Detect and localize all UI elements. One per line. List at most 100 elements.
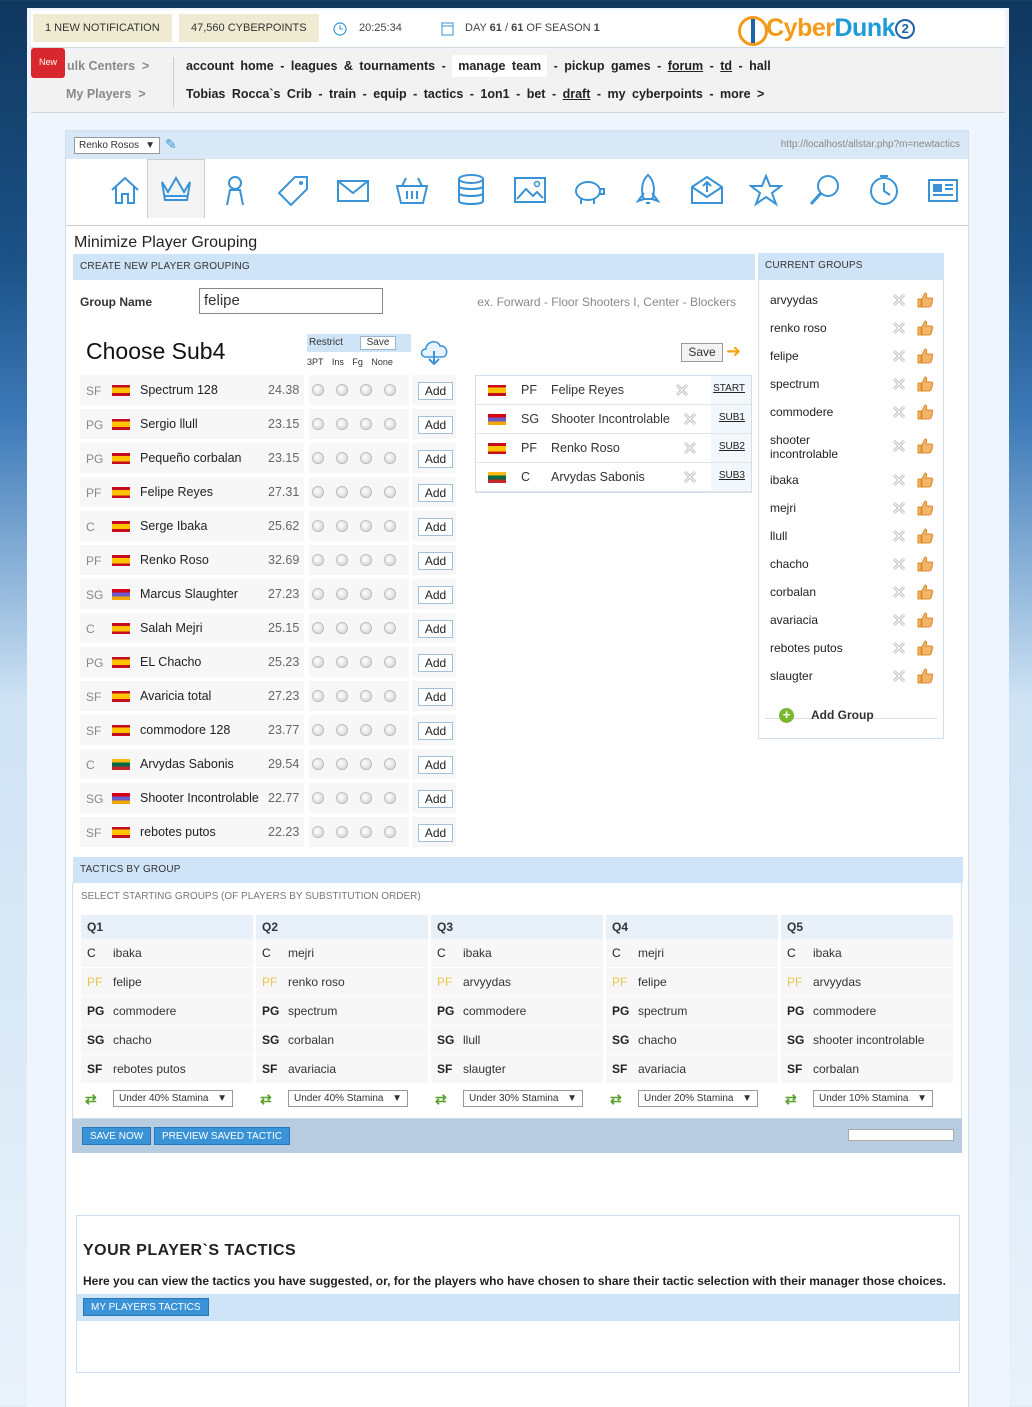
logo[interactable]: CyberDunk 2 (766, 14, 915, 43)
thumbs-up-icon[interactable] (916, 555, 934, 573)
group-name[interactable]: arvyydas (770, 293, 818, 307)
quarter-slot-row[interactable]: Cibaka (781, 939, 953, 968)
add-player-button[interactable]: Add (418, 586, 453, 604)
delete-group-icon[interactable] (890, 319, 908, 337)
add-group-button[interactable]: Add Group (811, 708, 874, 722)
crown-icon[interactable] (147, 159, 205, 218)
group-name[interactable]: renko roso (770, 321, 827, 335)
nav-hall[interactable]: hall (749, 59, 771, 73)
rocket-icon[interactable] (619, 167, 677, 219)
restrict-none-radio[interactable] (384, 656, 396, 668)
lineup-slot-link[interactable]: START (713, 383, 745, 394)
add-player-button[interactable]: Add (418, 484, 453, 502)
restrict-fg-radio[interactable] (360, 826, 372, 838)
delete-group-icon[interactable] (890, 639, 908, 657)
restrict-3pt-radio[interactable] (312, 554, 324, 566)
home-icon[interactable] (96, 167, 154, 219)
delete-group-icon[interactable] (890, 471, 908, 489)
delete-group-icon[interactable] (890, 375, 908, 393)
restrict-none-radio[interactable] (384, 622, 396, 634)
group-name[interactable]: felipe (770, 349, 799, 363)
restrict-ins-radio[interactable] (336, 724, 348, 736)
restrict-ins-radio[interactable] (336, 826, 348, 838)
restrict-3pt-radio[interactable] (312, 622, 324, 634)
lineup-save-button[interactable]: Save (681, 343, 723, 362)
stamina-select[interactable]: Under 10% Stamina ▼ (813, 1090, 933, 1107)
restrict-3pt-radio[interactable] (312, 418, 324, 430)
remove-icon[interactable] (681, 439, 699, 457)
thumbs-up-icon[interactable] (916, 611, 934, 629)
thumbs-up-icon[interactable] (916, 375, 934, 393)
nav-bet[interactable]: bet (527, 87, 546, 101)
tag-icon[interactable] (265, 167, 323, 219)
swap-arrows-icon[interactable]: ⇄ (435, 1091, 447, 1108)
thumbs-up-icon[interactable] (916, 639, 934, 657)
add-player-button[interactable]: Add (418, 654, 453, 672)
group-name[interactable]: mejri (770, 501, 796, 515)
restrict-ins-radio[interactable] (336, 690, 348, 702)
quarter-slot-row[interactable]: PG commodere (431, 997, 603, 1026)
thumbs-up-icon[interactable] (916, 403, 934, 421)
inbox-icon[interactable] (678, 167, 736, 219)
nav-td[interactable]: td (720, 59, 732, 73)
piggy-bank-icon[interactable] (560, 167, 618, 219)
restrict-fg-radio[interactable] (360, 452, 372, 464)
add-player-button[interactable]: Add (418, 620, 453, 638)
restrict-fg-radio[interactable] (360, 554, 372, 566)
delete-group-icon[interactable] (890, 583, 908, 601)
save-now-button[interactable]: SAVE NOW (82, 1127, 152, 1145)
quarter-slot-row[interactable]: PF arvyydas (431, 968, 603, 997)
nav-1on1[interactable]: 1on1 (480, 87, 509, 101)
restrict-ins-radio[interactable] (336, 486, 348, 498)
delete-group-icon[interactable] (890, 499, 908, 517)
restrict-fg-radio[interactable] (360, 758, 372, 770)
restrict-3pt-radio[interactable] (312, 758, 324, 770)
add-player-button[interactable]: Add (418, 416, 453, 434)
restrict-ins-radio[interactable] (336, 452, 348, 464)
thumbs-up-icon[interactable] (916, 499, 934, 517)
add-player-button[interactable]: Add (418, 756, 453, 774)
lineup-slot-link[interactable]: SUB1 (719, 412, 745, 423)
quarter-slot-row[interactable]: SF corbalan (781, 1055, 953, 1084)
thumbs-up-icon[interactable] (916, 667, 934, 685)
restrict-none-radio[interactable] (384, 486, 396, 498)
timer-icon[interactable] (855, 167, 913, 219)
restrict-ins-radio[interactable] (336, 384, 348, 396)
stamina-select[interactable]: Under 40% Stamina ▼ (113, 1090, 233, 1107)
image-icon[interactable] (501, 167, 559, 219)
thumbs-up-icon[interactable] (916, 527, 934, 545)
group-name[interactable]: spectrum (770, 377, 819, 391)
quarter-slot-row[interactable]: PG spectrum (256, 997, 428, 1026)
thumbs-up-icon[interactable] (916, 583, 934, 601)
nav-draft[interactable]: draft (563, 87, 591, 101)
restrict-none-radio[interactable] (384, 588, 396, 600)
notification-pill[interactable]: 1 NEW NOTIFICATION (33, 14, 172, 42)
thumbs-up-icon[interactable] (916, 319, 934, 337)
nav-account-home[interactable]: account home (186, 59, 274, 73)
quarter-slot-row[interactable]: SF rebotes putos (81, 1055, 253, 1084)
quarter-slot-row[interactable]: PF felipe (606, 968, 778, 997)
nav-my-players[interactable]: My Players > (66, 81, 146, 107)
add-player-button[interactable]: Add (418, 382, 453, 400)
add-player-button[interactable]: Add (418, 824, 453, 842)
add-player-button[interactable]: Add (418, 722, 453, 740)
restrict-ins-radio[interactable] (336, 418, 348, 430)
my-players-tactics-button[interactable]: MY PLAYER'S TACTICS (83, 1298, 209, 1316)
restrict-3pt-radio[interactable] (312, 690, 324, 702)
remove-icon[interactable] (681, 410, 699, 428)
group-name[interactable]: commodere (770, 405, 833, 419)
restrict-ins-radio[interactable] (336, 520, 348, 532)
swap-arrows-icon[interactable]: ⇄ (785, 1091, 797, 1108)
player-icon[interactable] (206, 167, 264, 219)
restrict-ins-radio[interactable] (336, 588, 348, 600)
restrict-fg-radio[interactable] (360, 622, 372, 634)
restrict-fg-radio[interactable] (360, 724, 372, 736)
group-name[interactable]: llull (770, 529, 787, 543)
restrict-3pt-radio[interactable] (312, 452, 324, 464)
delete-group-icon[interactable] (890, 667, 908, 685)
quarter-slot-row[interactable]: PG spectrum (606, 997, 778, 1026)
quarter-slot-row[interactable]: PF felipe (81, 968, 253, 997)
restrict-3pt-radio[interactable] (312, 588, 324, 600)
swap-arrows-icon[interactable]: ⇄ (85, 1091, 97, 1108)
nav-pickup-games[interactable]: pickup games (564, 59, 650, 73)
